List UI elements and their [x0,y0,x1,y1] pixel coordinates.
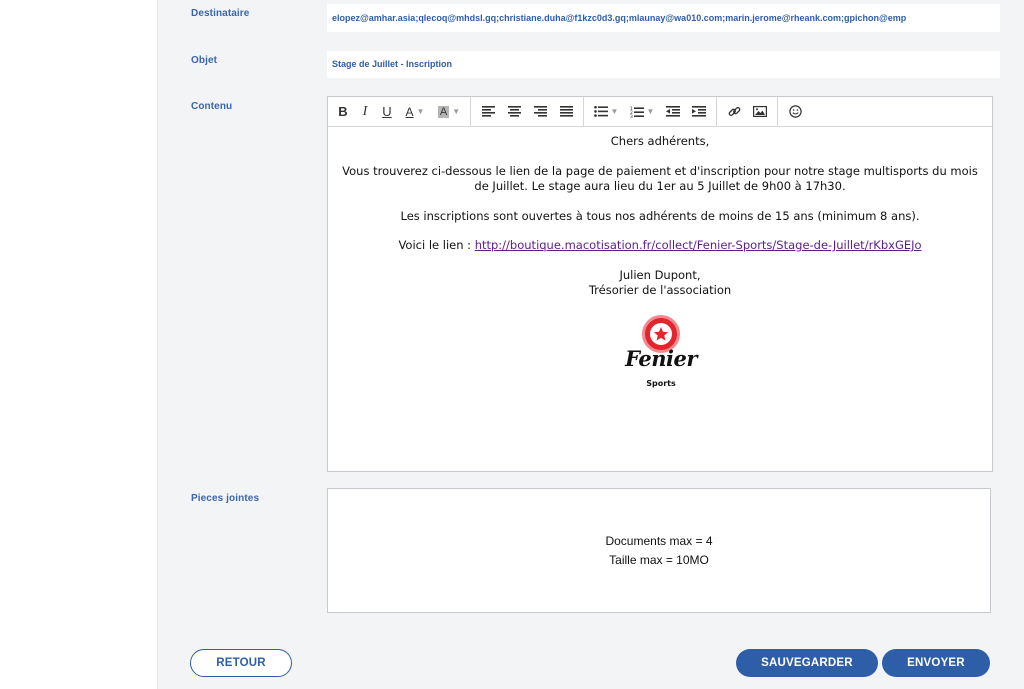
text-color-button[interactable]: A ▼ [398,101,432,123]
chevron-down-icon: ▼ [452,107,461,116]
outdent-button[interactable] [660,101,686,123]
numbered-list-button[interactable]: 1 2 3 ▼ [624,101,660,123]
max-size-text: Taille max = 10MO [609,553,709,567]
align-left-icon [481,106,495,117]
logo-wordmark: Fenier [625,346,697,371]
align-justify-icon [559,106,573,117]
subject-field[interactable]: Stage de Juillet - Inscription [327,51,1000,78]
insert-link-button[interactable] [721,101,747,123]
chevron-down-icon: ▼ [610,107,619,116]
align-right-icon [533,106,547,117]
numbered-list-icon: 123 [630,106,644,118]
text-color-icon: A [405,104,414,119]
rich-text-editor[interactable]: B I U A ▼ A ▼ ▼ 1 2 3 ▼ Chers adhérents,… [327,96,993,472]
payment-link[interactable]: http://boutique.macotisation.fr/collect/… [475,238,922,252]
image-icon [753,106,767,117]
underline-button[interactable]: U [376,101,398,123]
align-left-button[interactable] [475,101,501,123]
fenier-sports-logo: Fenier Sports [625,313,697,393]
toolbar-divider [716,96,717,127]
left-panel [0,0,157,689]
svg-text:3: 3 [630,114,633,118]
align-justify-button[interactable] [553,101,579,123]
link-prefix-text: Voici le lien : [398,238,475,252]
star-icon [653,327,669,341]
bold-button[interactable]: B [332,101,354,123]
editor-toolbar: B I U A ▼ A ▼ ▼ 1 2 3 ▼ [328,96,992,127]
send-button[interactable]: ENVOYER [882,649,990,677]
toolbar-divider [583,96,584,127]
align-center-icon [507,106,521,117]
attachments-dropzone[interactable]: Documents max = 4 Taille max = 10MO [327,488,991,613]
outdent-icon [666,106,680,117]
italic-button[interactable]: I [354,101,376,123]
align-right-button[interactable] [527,101,553,123]
subject-label: Objet [191,55,218,66]
recipient-label: Destinataire [191,8,250,19]
attachments-label: Pieces jointes [191,493,260,504]
signature-role: Trésorier de l'association [588,283,732,297]
link-line: Voici le lien : http://boutique.macotisa… [328,238,992,253]
paragraph-text: Les inscriptions sont ouvertes à tous no… [400,209,920,223]
align-center-button[interactable] [501,101,527,123]
logo-subtitle: Sports [646,379,676,388]
recipient-field[interactable]: elopez@amhar.asia;qlecoq@mhdsl.gq;christ… [327,4,1000,32]
indent-button[interactable] [686,101,712,123]
chevron-down-icon: ▼ [646,107,655,116]
bullet-list-icon [593,106,608,117]
insert-image-button[interactable] [747,101,773,123]
greeting-text: Chers adhérents, [610,134,710,148]
content-label: Contenu [191,101,233,112]
back-button[interactable]: RETOUR [190,649,292,677]
signature-name: Julien Dupont, [619,268,701,282]
save-button[interactable]: SAUVEGARDER [736,649,878,677]
highlight-color-button[interactable]: A ▼ [432,101,466,123]
link-icon [728,107,740,116]
bullet-list-button[interactable]: ▼ [588,101,624,123]
chevron-down-icon: ▼ [416,107,425,116]
highlight-icon: A [437,105,450,118]
toolbar-divider [777,96,778,127]
indent-icon [692,106,706,117]
paragraph-text: Vous trouverez ci-dessous le lien de la … [342,164,978,193]
max-documents-text: Documents max = 4 [605,534,713,548]
toolbar-divider [470,96,471,127]
emoji-button[interactable] [782,101,808,123]
smiley-icon [788,105,802,118]
